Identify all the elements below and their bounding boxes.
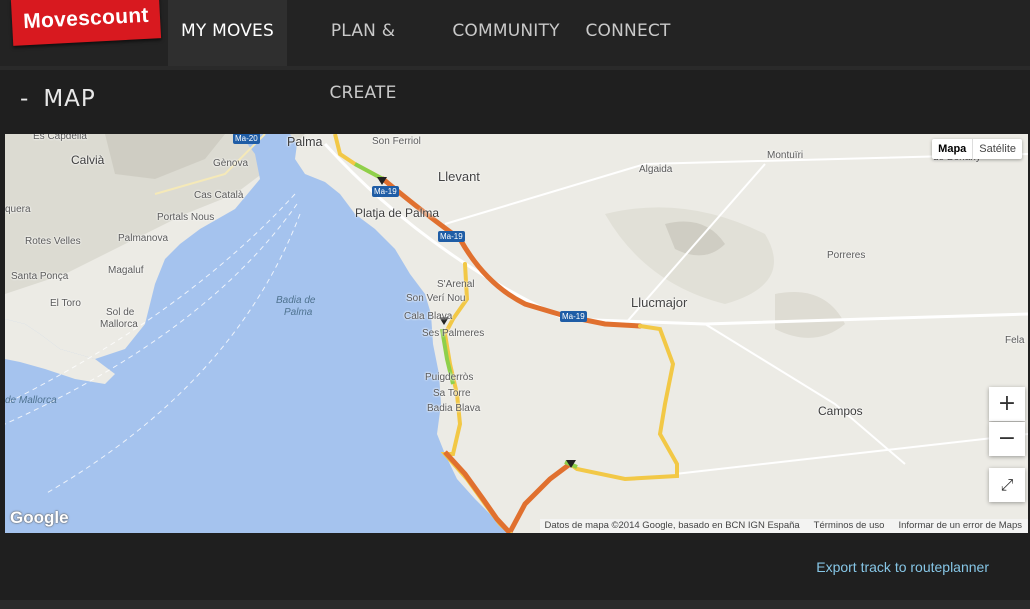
place-sa-torre: Sa Torre [433, 388, 471, 399]
place-rotes-velles: Rotes Velles [25, 236, 81, 247]
place-portals-nous: Portals Nous [157, 212, 215, 223]
map-type-toggle: Mapa Satélite [932, 139, 1022, 159]
place-son-veri-nou: Son Verí Nou [406, 293, 466, 304]
collapse-toggle[interactable]: - [20, 86, 29, 112]
zoom-out-button[interactable]: − [989, 422, 1025, 456]
place-platja-de-palma: Platja de Palma [355, 206, 440, 220]
map-data-attribution: Datos de mapa ©2014 Google, basado en BC… [544, 520, 800, 531]
footer-divider [0, 600, 1030, 609]
place-sarenal: S'Arenal [437, 279, 475, 290]
google-logo[interactable]: Google [10, 508, 69, 528]
expand-icon: ⤢ [1000, 475, 1014, 494]
place-cala-blava: Cala Blava [404, 311, 453, 322]
route-map[interactable]: Palma Son Ferriol Montuïri Vi de Bonany … [5, 134, 1028, 533]
place-palmanova: Palmanova [118, 233, 169, 244]
map-section-header: - MAP [20, 86, 96, 112]
road-shield-ma19: Ma-19 [438, 231, 465, 242]
top-navigation-bar: Movescount MY MOVES PLAN & CREATE COMMUN… [0, 0, 1030, 103]
place-campos: Campos [818, 404, 863, 418]
place-magaluf: Magaluf [108, 265, 144, 276]
place-cas-catala: Cas Català [194, 190, 244, 201]
report-map-error-link[interactable]: Informar de un error de Maps [898, 519, 1022, 533]
place-calvia: Calvià [71, 153, 105, 167]
place-llucmajor: Llucmajor [631, 295, 688, 310]
movescount-logo[interactable]: Movescount [10, 0, 162, 46]
place-de-mallorca: de Mallorca [5, 395, 57, 406]
place-ses-palmeres: Ses Palmeres [422, 328, 485, 339]
place-genova: Gènova [213, 158, 249, 169]
place-sol-de-mallorca: Mallorca [100, 319, 138, 330]
place-montuiri: Montuïri [767, 150, 804, 161]
terms-of-use-link[interactable]: Términos de uso [814, 519, 885, 533]
place-llevant: Llevant [438, 169, 480, 184]
export-track-link[interactable]: Export track to routeplanner [816, 559, 989, 575]
nav-community[interactable]: COMMUNITY [448, 0, 564, 66]
place-sol-de: Sol de [106, 307, 135, 318]
place-puigderros: Puigderròs [425, 372, 474, 383]
place-porreres: Porreres [827, 250, 866, 261]
map-type-mapa[interactable]: Mapa [932, 139, 974, 159]
place-badia-de-palma: Palma [284, 307, 313, 318]
map-canvas [5, 134, 1028, 533]
map-attribution: Datos de mapa ©2014 Google, basado en BC… [540, 519, 1028, 533]
place-algaida: Algaida [639, 164, 673, 175]
zoom-in-button[interactable]: + [989, 387, 1025, 421]
road-shield-ma19: Ma-19 [560, 311, 587, 322]
place-el-toro: El Toro [50, 298, 81, 309]
place-quera: quera [5, 204, 31, 215]
place-badia-de: Badia de [276, 295, 316, 306]
road-shield-ma19: Ma-19 [372, 186, 399, 197]
place-palma: Palma [287, 135, 323, 149]
fullscreen-button[interactable]: ⤢ [989, 468, 1025, 502]
place-felanitx: Fela [1005, 335, 1025, 346]
place-santa-ponca: Santa Ponça [11, 271, 69, 282]
nav-divider [0, 66, 1030, 70]
place-badia-blava: Badia Blava [427, 403, 481, 414]
map-type-satelite[interactable]: Satélite [973, 139, 1022, 159]
section-title: MAP [43, 86, 96, 112]
place-es-capdella: Es Capdella [33, 134, 87, 142]
place-son-ferriol: Son Ferriol [372, 136, 421, 147]
road-shield-ma20: Ma-20 [233, 134, 260, 144]
nav-plan-create[interactable]: PLAN & CREATE [296, 0, 430, 103]
nav-connect[interactable]: CONNECT [582, 0, 674, 66]
nav-my-moves[interactable]: MY MOVES [168, 0, 287, 66]
